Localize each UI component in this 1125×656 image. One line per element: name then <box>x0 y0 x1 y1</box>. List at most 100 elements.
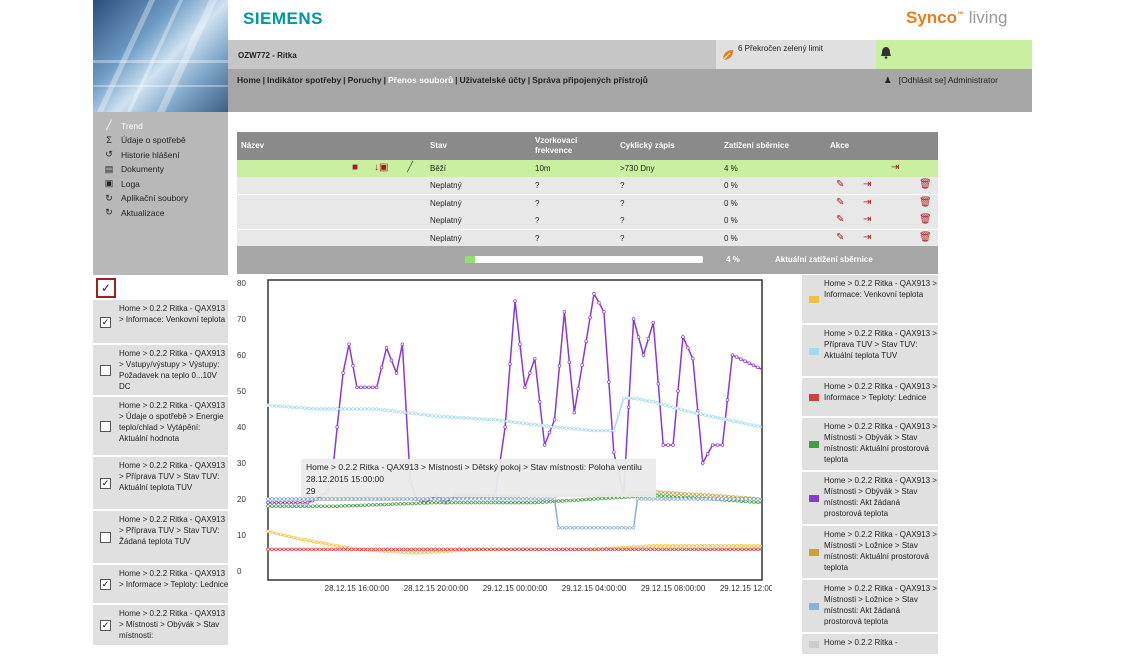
datapoint-checkbox[interactable]: ✓ <box>100 478 111 489</box>
delete-icon[interactable]: 🗑 <box>919 197 932 208</box>
table-row[interactable]: Neplatný?? 0 % ✎ ⇥ 🗑 <box>237 194 938 213</box>
series-point <box>315 504 319 508</box>
stop-icon[interactable]: ■ <box>352 162 358 173</box>
series-point <box>691 410 695 415</box>
sidebar-item[interactable]: ╱ Trend <box>103 120 143 131</box>
sidebar-item-label: Loga <box>121 178 140 189</box>
edit-icon[interactable]: ✎ <box>836 197 844 208</box>
series-point <box>684 547 689 552</box>
legend-item[interactable]: Home > 0.2.2 Ritka - QAX913 > Místnosti … <box>802 526 938 580</box>
logout-link[interactable]: [Odhlásit se] <box>899 75 946 85</box>
series-point <box>675 497 680 501</box>
nav-item[interactable]: Správa připojených přístrojů <box>532 75 648 85</box>
datapoint-item[interactable]: Home > 0.2.2 Ritka - QAX913 > Vstupy/výs… <box>93 345 228 397</box>
edit-icon[interactable]: ✎ <box>836 214 844 225</box>
series-point <box>715 443 720 447</box>
series-point <box>740 497 744 501</box>
datapoint-item[interactable]: ✓ Home > 0.2.2 Ritka - QAX913 > Místnosti… <box>93 605 228 647</box>
series-point <box>367 503 371 507</box>
series-point <box>513 500 517 505</box>
datapoint-item[interactable]: Home > 0.2.2 Ritka - QAX913 > Příprava T… <box>93 511 228 565</box>
series-point <box>521 547 525 552</box>
nav-item[interactable]: Poruchy <box>348 75 382 85</box>
series-point <box>704 547 708 552</box>
datapoint-checkbox[interactable] <box>100 365 111 376</box>
cell-sampling: ? <box>535 233 540 243</box>
series-point <box>752 544 756 548</box>
series-point <box>553 547 557 552</box>
sidebar-item[interactable]: ↺ Historie hlášení <box>103 149 179 160</box>
table-row[interactable]: Neplatný?? 0 % ✎ ⇥ 🗑 <box>237 177 938 196</box>
download-icon[interactable]: ↓▣ <box>374 162 388 173</box>
datapoint-item[interactable]: ✓ Home > 0.2.2 Ritka - QAX913 > Příprava … <box>93 457 228 511</box>
series-point <box>632 547 637 552</box>
series-point <box>370 407 375 411</box>
import-icon[interactable]: ⇥ <box>863 197 871 208</box>
datapoint-checkbox[interactable] <box>100 421 111 432</box>
nav-item[interactable]: Přenos souborů <box>388 75 453 85</box>
legend-item[interactable]: Home > 0.2.2 Ritka - QAX913 > Místnosti … <box>802 418 938 472</box>
delete-icon[interactable]: 🗑 <box>919 179 932 190</box>
series-point <box>702 544 707 548</box>
nav-item[interactable]: Indikátor spotřeby <box>267 75 341 85</box>
series-point <box>612 547 617 552</box>
legend-item[interactable]: Home > 0.2.2 Ritka - <box>802 634 938 656</box>
datapoint-checkbox[interactable]: ✓ <box>100 579 111 590</box>
series-point <box>728 547 732 552</box>
datapoint-checkbox[interactable] <box>100 532 111 543</box>
import-icon[interactable]: ⇥ <box>863 214 871 225</box>
series-point <box>747 361 752 365</box>
legend-item[interactable]: Home > 0.2.2 Ritka - QAX913 > Místnosti … <box>802 472 938 526</box>
series-point <box>311 406 316 411</box>
legend-item[interactable]: Home > 0.2.2 Ritka - QAX913 > Příprava T… <box>802 325 938 378</box>
nav-item[interactable]: Home <box>237 75 261 85</box>
series-point <box>600 428 604 433</box>
series-point <box>473 416 478 421</box>
series-point <box>457 500 462 505</box>
legend-swatch <box>809 441 819 448</box>
datapoint-label: Home > 0.2.2 Ritka - QAX913 > Informace:… <box>119 304 226 324</box>
chart-view-icon[interactable]: ╱ <box>407 162 413 173</box>
datapoint-checkbox[interactable]: ✓ <box>100 316 111 328</box>
export-icon[interactable]: ⇥ <box>891 162 899 173</box>
datapoint-checkbox[interactable]: ✓ <box>100 620 111 631</box>
edit-icon[interactable]: ✎ <box>836 232 844 243</box>
cell-state: Neplatný <box>430 233 462 243</box>
nav-item[interactable]: Uživatelské účty <box>460 75 526 85</box>
delete-icon[interactable]: 🗑 <box>919 214 932 225</box>
sidebar-item[interactable]: ↻ Aplikační soubory <box>103 193 188 204</box>
edit-icon[interactable]: ✎ <box>836 179 844 190</box>
import-icon[interactable]: ⇥ <box>863 232 871 243</box>
series-point <box>596 547 601 552</box>
series-point <box>349 497 354 501</box>
sidebar-item[interactable]: ↻ Aktualizace <box>103 207 164 218</box>
series-point <box>736 497 740 501</box>
series-point <box>676 389 680 393</box>
bell-icon[interactable] <box>880 46 892 62</box>
sidebar-item[interactable]: ▣ Loga <box>103 178 140 189</box>
series-point <box>318 497 322 501</box>
legend-item[interactable]: Home > 0.2.2 Ritka - QAX913 > Informace:… <box>802 275 938 325</box>
series-point <box>568 426 573 431</box>
legend-item[interactable]: Home > 0.2.2 Ritka - QAX913 > Informace … <box>802 378 938 418</box>
delete-icon[interactable]: 🗑 <box>919 232 932 243</box>
series-point <box>393 497 398 501</box>
legend-item[interactable]: Home > 0.2.2 Ritka - QAX913 > Místnosti … <box>802 580 938 634</box>
alarm-text[interactable]: 6 Překročen zelený limit <box>738 44 823 53</box>
sidebar-item[interactable]: Σ Údaje o spotřebě <box>103 135 186 145</box>
sidebar-item[interactable]: ▤ Dokumenty <box>103 164 164 175</box>
table-row[interactable]: Neplatný?? 0 % ✎ ⇥ 🗑 <box>237 212 938 231</box>
datapoint-item[interactable]: Home > 0.2.2 Ritka - QAX913 > Údaje o sp… <box>93 397 228 457</box>
datapoint-item[interactable]: ✓ Home > 0.2.2 Ritka - QAX913 > Informace… <box>93 565 228 605</box>
plot-area[interactable] <box>267 279 763 581</box>
series-point <box>660 547 665 552</box>
cell-cyclic: ? <box>620 198 625 208</box>
series-point <box>287 534 291 539</box>
table-row[interactable]: Běží 10m >730 Dny 4 % ■ ↓▣ ╱ ⇥ <box>237 160 938 178</box>
legend-label: Home > 0.2.2 Ritka - QAX913 > Informace … <box>824 382 937 402</box>
trend-chart[interactable]: 0 10 20 30 40 50 60 70 80 28.12.15 16:00:00 28.12.… <box>232 276 772 596</box>
series-point <box>724 497 728 501</box>
datapoint-item[interactable]: ✓ Home > 0.2.2 Ritka - QAX913 > Informace… <box>93 300 228 345</box>
import-icon[interactable]: ⇥ <box>863 179 871 190</box>
table-row[interactable]: Neplatný?? 0 % ✎ ⇥ 🗑 <box>237 229 938 248</box>
